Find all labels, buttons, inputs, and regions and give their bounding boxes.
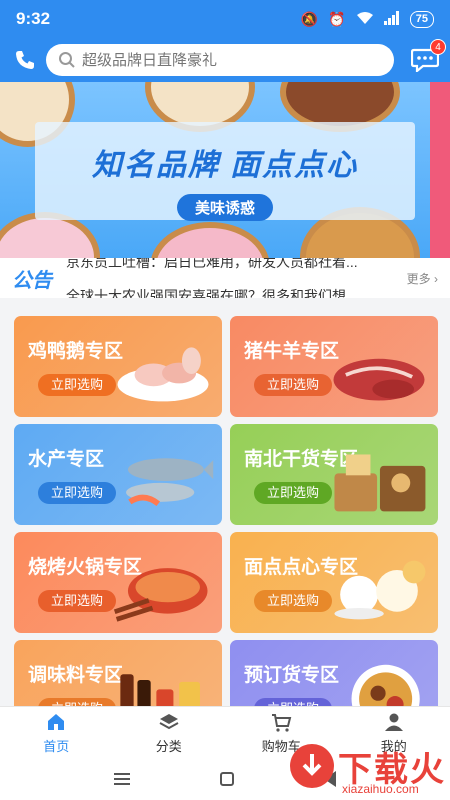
dried-goods-icon xyxy=(334,454,426,512)
chevron-right-icon: › xyxy=(434,271,438,286)
notice-ticker[interactable]: 京东员工吐槽：启日已难用，研发人员都社着... 全球十大农业强国安喜强在哪？很多… xyxy=(58,258,396,298)
category-title: 调味料专区 xyxy=(28,665,124,686)
shop-now-button[interactable]: 立即选购 xyxy=(38,590,116,612)
category-title: 猪牛羊专区 xyxy=(244,341,340,362)
banner-tag: 美味诱惑 xyxy=(176,194,273,221)
status-time: 9:32 xyxy=(16,9,51,28)
tab-category[interactable]: 分类 xyxy=(113,707,226,758)
notice-line[interactable]: 全球十大农业强国安喜强在哪？很多和我们想 xyxy=(66,286,346,298)
notice-line[interactable]: 京东员工吐槽：启日已难用，研发人员都社着... xyxy=(66,258,358,272)
watermark-url: xiazaihuo.com xyxy=(342,782,419,796)
tab-label: 首页 xyxy=(43,738,70,754)
message-button[interactable]: 4 xyxy=(410,39,446,75)
wifi-icon xyxy=(356,11,374,28)
layers-icon xyxy=(159,713,179,729)
recent-apps-icon[interactable] xyxy=(114,773,130,785)
message-badge: 4 xyxy=(430,39,446,55)
fish-seafood-icon xyxy=(126,458,214,507)
notice-more-link[interactable]: 更多 › xyxy=(396,270,450,287)
mute-icon: 🔕 xyxy=(300,10,319,27)
watermark-logo: 下载火 xiazaihuo.com xyxy=(280,736,450,800)
notice-more-label: 更多 xyxy=(406,271,431,286)
shop-now-button[interactable]: 立即选购 xyxy=(254,374,332,396)
home-icon xyxy=(48,713,65,730)
category-title: 水产专区 xyxy=(28,449,105,470)
status-bar: 9:32 🔕 ⏰ 75 xyxy=(0,0,450,38)
hotpot-bbq-icon xyxy=(113,568,208,622)
beef-steak-icon xyxy=(333,358,425,401)
category-card[interactable]: 烧烤火锅专区 立即选购 xyxy=(14,532,222,633)
category-title: 鸡鸭鹅专区 xyxy=(28,341,124,362)
status-icons: 🔕 ⏰ 75 xyxy=(300,10,434,28)
system-home-icon[interactable] xyxy=(220,772,234,786)
promo-banner[interactable]: 知名品牌 面点点心 美味诱惑 xyxy=(0,82,450,258)
tab-home[interactable]: 首页 xyxy=(0,707,113,758)
search-box[interactable] xyxy=(46,44,394,76)
signal-icon xyxy=(383,10,400,28)
category-card[interactable]: 鸡鸭鹅专区 立即选购 xyxy=(14,316,222,417)
search-input[interactable] xyxy=(82,51,372,69)
banner-card: 知名品牌 面点点心 美味诱惑 xyxy=(35,122,415,221)
download-logo-icon xyxy=(290,744,334,788)
cart-icon xyxy=(272,713,292,732)
shop-now-button[interactable]: 立即选购 xyxy=(38,374,116,396)
search-icon xyxy=(59,52,75,68)
category-card[interactable]: 南北干货专区 立即选购 xyxy=(230,424,438,525)
notice-label: 公告 xyxy=(12,269,52,292)
notice-bar[interactable]: 公告 京东员工吐槽：启日已难用，研发人员都社着... 全球十大农业强国安喜强在哪… xyxy=(0,258,450,298)
tab-label: 分类 xyxy=(155,738,182,754)
banner-title: 知名品牌 面点点心 xyxy=(91,149,359,182)
shop-now-button[interactable]: 立即选购 xyxy=(254,590,332,612)
battery-indicator: 75 xyxy=(409,10,434,28)
phone-icon[interactable] xyxy=(10,45,40,75)
shop-now-button[interactable]: 立即选购 xyxy=(38,482,116,504)
poultry-meat-icon xyxy=(117,347,209,402)
user-icon xyxy=(384,713,403,731)
category-card[interactable]: 水产专区立即选购 xyxy=(14,424,222,525)
category-card[interactable]: 猪牛羊专区 立即选购 xyxy=(230,316,438,417)
category-card[interactable]: 面点点心专区 立即选购 xyxy=(230,532,438,633)
alarm-icon: ⏰ xyxy=(328,10,346,27)
app-header: 4 xyxy=(0,38,450,82)
dim-sum-icon xyxy=(334,560,426,620)
shop-now-button[interactable]: 立即选购 xyxy=(254,482,332,504)
category-title: 预订货专区 xyxy=(244,665,340,686)
